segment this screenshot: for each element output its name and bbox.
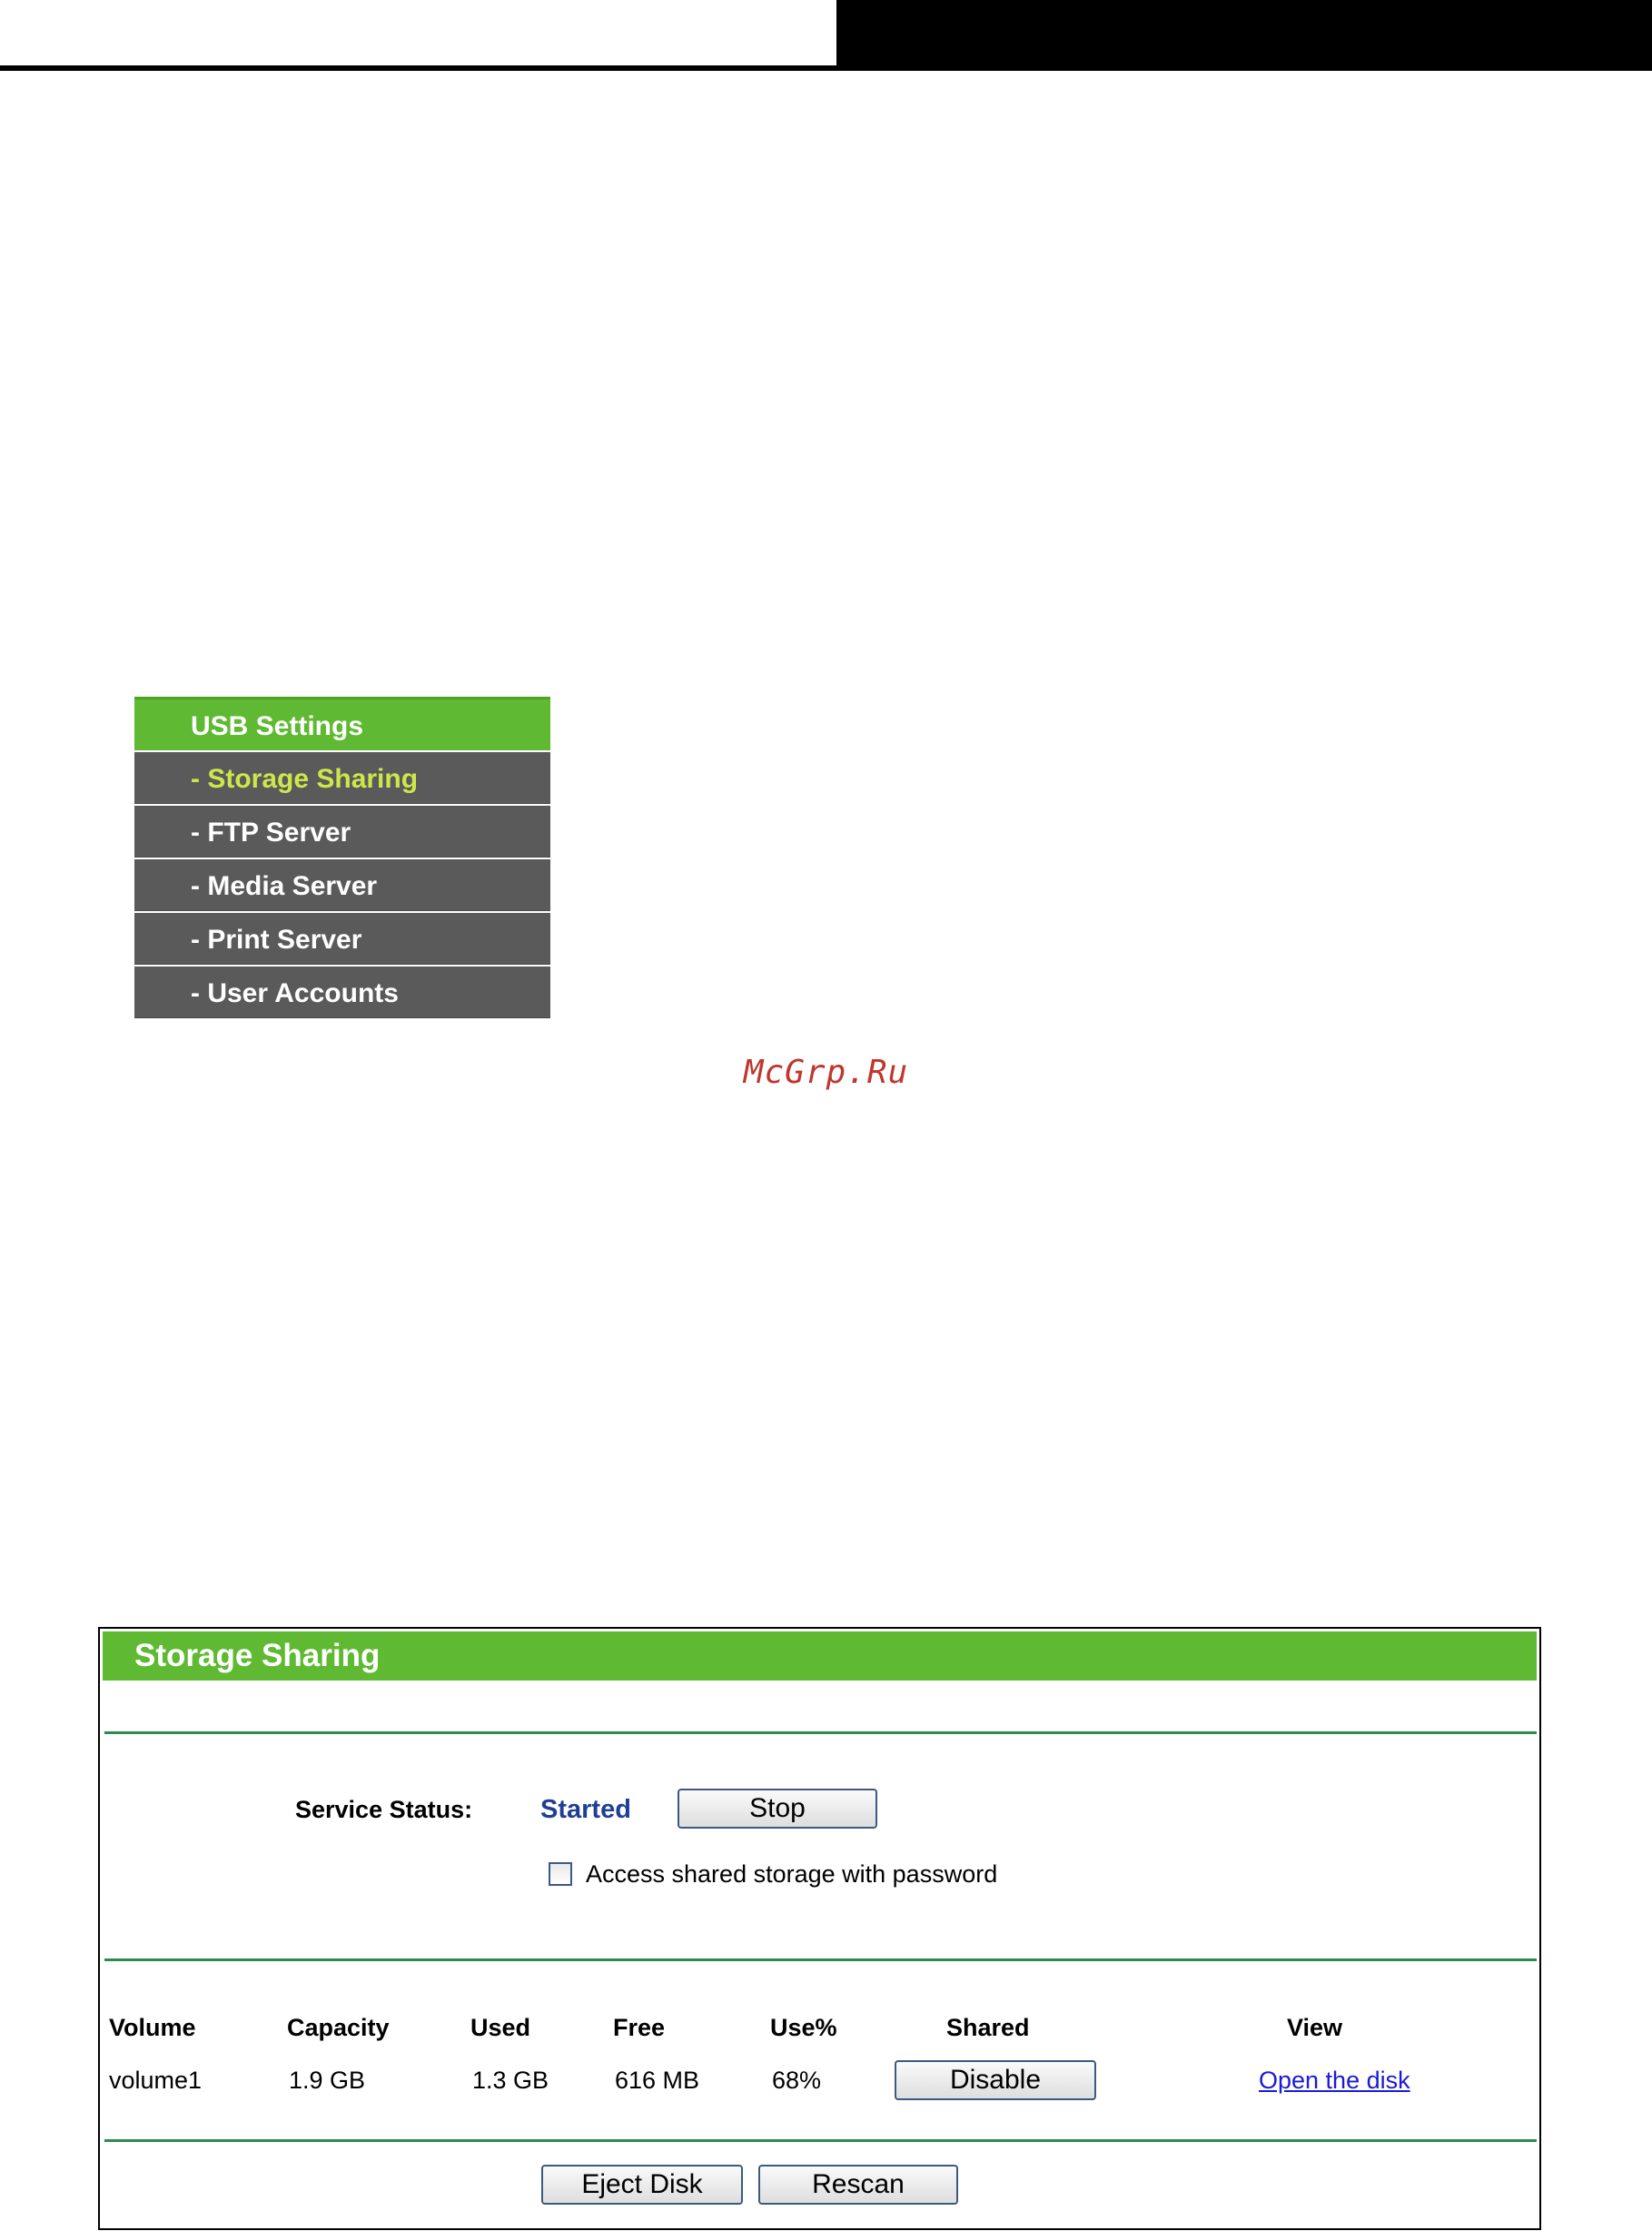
column-header-volume: Volume xyxy=(109,2014,196,2041)
disable-sharing-button[interactable]: Disable xyxy=(895,2060,1096,2100)
column-header-shared: Shared xyxy=(946,2014,1030,2041)
column-header-use-percent: Use% xyxy=(770,2014,837,2041)
usb-settings-menu: USB Settings - Storage Sharing - FTP Ser… xyxy=(134,697,550,1018)
panel-title: Storage Sharing xyxy=(103,1631,1537,1681)
watermark-text: McGrp.Ru xyxy=(743,1054,909,1091)
menu-item-media-server[interactable]: - Media Server xyxy=(134,858,550,911)
password-checkbox[interactable] xyxy=(549,1862,572,1886)
header-black-block xyxy=(836,0,1652,69)
stop-button[interactable]: Stop xyxy=(678,1789,877,1829)
rescan-button[interactable]: Rescan xyxy=(758,2165,958,2205)
menu-item-ftp-server[interactable]: - FTP Server xyxy=(134,804,550,858)
cell-free: 616 MB xyxy=(615,2067,700,2094)
service-status-value: Started xyxy=(540,1795,631,1824)
column-header-free: Free xyxy=(613,2014,666,2041)
column-header-capacity: Capacity xyxy=(287,2014,390,2041)
storage-sharing-panel: Storage Sharing Service Status: Started … xyxy=(98,1627,1541,2230)
divider xyxy=(104,1731,1537,1734)
password-checkbox-label: Access shared storage with password xyxy=(586,1860,998,1888)
divider xyxy=(104,2139,1537,2142)
divider xyxy=(104,1958,1537,1961)
menu-header-usb-settings[interactable]: USB Settings xyxy=(134,697,550,750)
menu-item-storage-sharing[interactable]: - Storage Sharing xyxy=(134,750,550,804)
eject-disk-button[interactable]: Eject Disk xyxy=(541,2165,743,2205)
cell-used: 1.3 GB xyxy=(472,2067,549,2094)
cell-volume: volume1 xyxy=(109,2067,203,2094)
menu-item-print-server[interactable]: - Print Server xyxy=(134,911,550,965)
cell-use-percent: 68% xyxy=(772,2067,822,2094)
menu-item-user-accounts[interactable]: - User Accounts xyxy=(134,965,550,1018)
column-header-view: View xyxy=(1287,2014,1343,2041)
cell-capacity: 1.9 GB xyxy=(289,2067,366,2094)
column-header-used: Used xyxy=(470,2014,531,2041)
service-status-label: Service Status: xyxy=(295,1796,473,1823)
open-disk-link[interactable]: Open the disk xyxy=(1259,2067,1410,2095)
